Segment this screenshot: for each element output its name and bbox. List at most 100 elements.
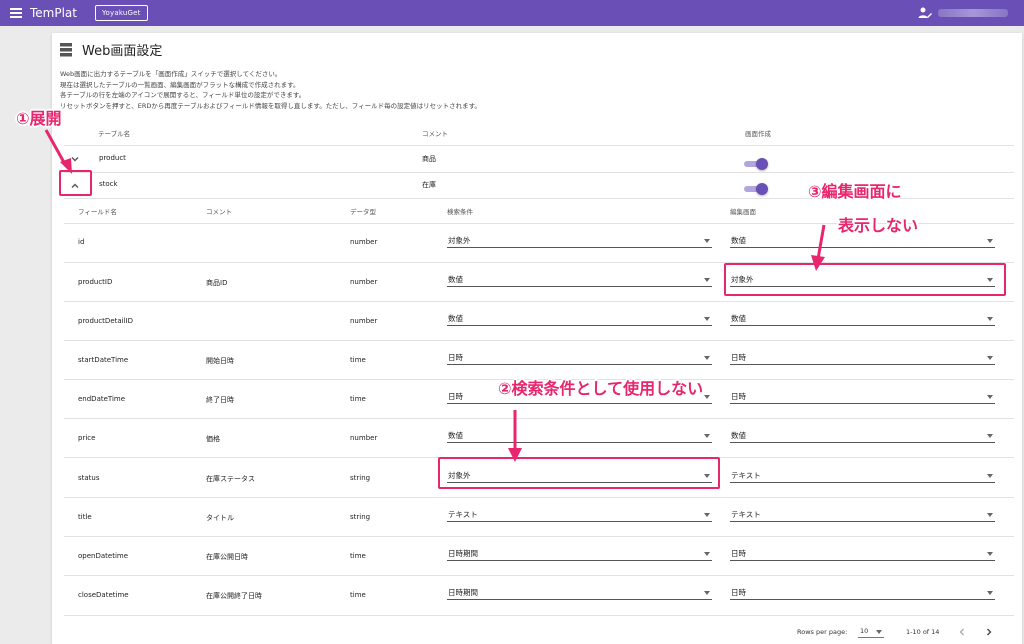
edit-select-value: 数値 bbox=[731, 431, 746, 440]
description-line: リセットボタンを押すと、ERDから再度テーブルおよびフィールド情報を取得し直しま… bbox=[60, 101, 481, 110]
callout-arrow-icon bbox=[811, 224, 826, 271]
user-name-blurred bbox=[938, 9, 1008, 17]
field-name: openDatetime bbox=[78, 552, 129, 560]
callout-expand: ①展開 bbox=[16, 109, 62, 128]
page-title: Web画面設定 bbox=[82, 44, 163, 59]
field-type: time bbox=[350, 395, 366, 403]
field-header-type: データ型 bbox=[350, 208, 376, 216]
search-select-value: 日時 bbox=[448, 353, 463, 362]
search-select[interactable]: 数値 bbox=[447, 429, 712, 443]
callout-arrow-icon bbox=[508, 410, 522, 462]
search-select-value: テキスト bbox=[448, 510, 478, 519]
search-select[interactable]: 対象外 bbox=[447, 234, 712, 248]
menu-icon[interactable] bbox=[4, 0, 28, 26]
edit-select[interactable]: 日時 bbox=[730, 351, 995, 365]
field-name: productDetailID bbox=[78, 317, 133, 325]
table-name-cell: product bbox=[99, 154, 126, 162]
user-menu[interactable] bbox=[918, 6, 1008, 20]
field-header-comment: コメント bbox=[206, 208, 232, 216]
description-line: 現在は選択したテーブルの一覧画面、編集画面がフラットな構成で作成されます。 bbox=[60, 80, 300, 89]
field-type: number bbox=[350, 317, 378, 325]
description: Web画面に出力するテーブルを「画面作成」スイッチで選択してください。 現在は選… bbox=[60, 69, 481, 111]
field-comment: 終了日時 bbox=[206, 396, 234, 404]
field-comment: 在庫公開終了日時 bbox=[206, 592, 262, 600]
edit-select-value: 日時 bbox=[731, 549, 746, 558]
field-type: time bbox=[350, 552, 366, 560]
field-name: title bbox=[78, 513, 92, 521]
description-line: 各テーブルの行を左端のアイコンで展開すると、フィールド単位の設定ができます。 bbox=[60, 91, 306, 99]
field-name: closeDatetime bbox=[78, 591, 129, 599]
chevron-left-icon[interactable] bbox=[957, 627, 967, 637]
search-select-value: 数値 bbox=[448, 431, 463, 440]
app-title: TemPlat bbox=[30, 6, 77, 20]
field-header-search: 検索条件 bbox=[447, 208, 473, 216]
callout-edit-line2: 表示しない bbox=[838, 216, 919, 235]
edit-select[interactable]: 日時 bbox=[730, 586, 995, 600]
edit-select[interactable]: 数値 bbox=[730, 429, 995, 443]
search-select[interactable]: 数値 bbox=[447, 273, 712, 287]
field-comment: 在庫公開日時 bbox=[206, 553, 248, 561]
edit-select-value: 日時 bbox=[731, 588, 746, 597]
header-table-name: テーブル名 bbox=[98, 130, 131, 138]
field-comment: 商品ID bbox=[206, 279, 228, 287]
field-comment: 在庫ステータス bbox=[206, 475, 255, 483]
edit-select[interactable]: テキスト bbox=[730, 508, 995, 522]
field-type: number bbox=[350, 278, 378, 286]
user-edit-icon bbox=[918, 7, 932, 18]
header-create: 画面作成 bbox=[745, 130, 771, 138]
edit-select-value: 日時 bbox=[731, 392, 746, 401]
rows-per-page-label: Rows per page: bbox=[797, 628, 848, 636]
field-type: string bbox=[350, 474, 371, 482]
search-select[interactable]: 日時期間 bbox=[447, 586, 712, 600]
header-comment: コメント bbox=[422, 130, 448, 138]
field-type: time bbox=[350, 356, 366, 364]
create-toggle[interactable] bbox=[744, 183, 768, 195]
edit-select[interactable]: 数値 bbox=[730, 312, 995, 326]
edit-select-value: テキスト bbox=[731, 510, 761, 519]
search-select-value: 数値 bbox=[448, 314, 463, 323]
field-type: string bbox=[350, 513, 371, 521]
create-toggle[interactable] bbox=[744, 158, 768, 170]
highlight-edit-select bbox=[724, 263, 1006, 296]
field-type: number bbox=[350, 434, 378, 442]
callout-edit-line1: ③編集画面に bbox=[808, 182, 902, 201]
edit-select[interactable]: 日時 bbox=[730, 547, 995, 561]
field-comment: タイトル bbox=[206, 514, 234, 522]
project-button[interactable]: YoyakuGet bbox=[95, 5, 148, 21]
chevron-right-icon[interactable] bbox=[984, 627, 994, 637]
edit-select-value: 日時 bbox=[731, 353, 746, 362]
app-bar: TemPlat YoyakuGet bbox=[0, 0, 1024, 26]
field-header-edit: 編集画面 bbox=[730, 208, 756, 216]
edit-select-value: 数値 bbox=[731, 236, 746, 245]
search-select-value: 対象外 bbox=[448, 236, 471, 245]
edit-select-value: テキスト bbox=[731, 471, 761, 480]
field-name: id bbox=[78, 238, 85, 246]
field-comment: 開始日時 bbox=[206, 357, 234, 365]
search-select-value: 日時 bbox=[448, 392, 463, 401]
search-select[interactable]: 日時 bbox=[447, 351, 712, 365]
field-name: price bbox=[78, 434, 96, 442]
rows-per-page-select[interactable]: 10 bbox=[858, 626, 884, 638]
callout-search: ②検索条件として使用しない bbox=[498, 379, 704, 398]
callout-arrow-icon bbox=[44, 129, 72, 174]
page-range: 1-10 of 14 bbox=[906, 628, 940, 636]
search-select[interactable]: 日時期間 bbox=[447, 547, 712, 561]
field-name: productID bbox=[78, 278, 113, 286]
table-comment-cell: 商品 bbox=[422, 155, 436, 163]
field-type: time bbox=[350, 591, 366, 599]
field-type: number bbox=[350, 238, 378, 246]
edit-select-value: 数値 bbox=[731, 314, 746, 323]
search-select-value: 数値 bbox=[448, 275, 463, 284]
edit-select[interactable]: 日時 bbox=[730, 390, 995, 404]
highlight-search-select bbox=[438, 457, 720, 489]
rows-per-page-value: 10 bbox=[860, 627, 869, 635]
field-name: startDateTime bbox=[78, 356, 129, 364]
field-name: status bbox=[78, 474, 100, 482]
edit-select[interactable]: 数値 bbox=[730, 234, 995, 248]
table-comment-cell: 在庫 bbox=[422, 181, 436, 189]
search-select[interactable]: テキスト bbox=[447, 508, 712, 522]
search-select[interactable]: 数値 bbox=[447, 312, 712, 326]
field-header-name: フィールド名 bbox=[78, 208, 117, 216]
table-name-cell: stock bbox=[99, 180, 118, 188]
edit-select[interactable]: テキスト bbox=[730, 469, 995, 483]
